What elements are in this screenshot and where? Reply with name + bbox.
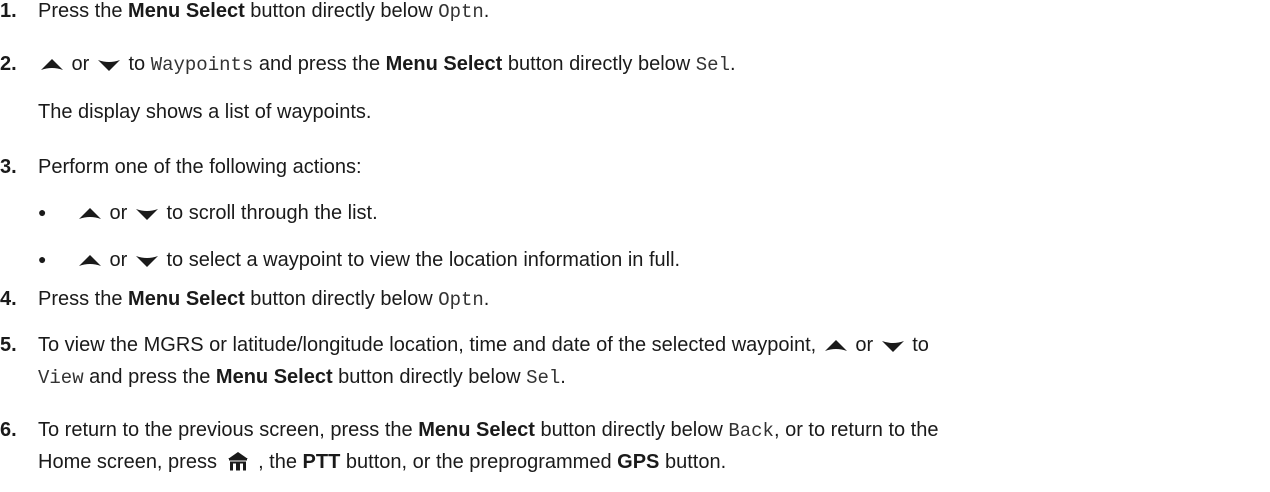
up-arrow-icon (40, 58, 64, 72)
list-item: ● or to scroll through the list. (38, 202, 378, 224)
softkey-label: Sel (695, 54, 730, 76)
step-number: 6. (0, 419, 17, 441)
instruction-document: 1. Press the Menu Select button directly… (0, 0, 1270, 492)
menu-select-label: Menu Select (418, 419, 535, 441)
menu-select-label: Menu Select (128, 288, 245, 310)
step-5-continuation: View and press the Menu Select button di… (38, 366, 566, 389)
step-note: The display shows a list of waypoints. (38, 101, 372, 123)
bullet-icon: ● (38, 251, 47, 267)
step-text: Press the (38, 0, 129, 22)
step-number: 4. (0, 288, 17, 310)
menu-select-label: Menu Select (215, 366, 333, 388)
gps-label: GPS (617, 451, 660, 473)
up-arrow-icon (824, 339, 848, 353)
bullet-icon: ● (38, 204, 47, 220)
step-number: 2. (0, 53, 17, 75)
menu-select-label: Menu Select (128, 0, 245, 22)
menu-select-label: Menu Select (385, 53, 503, 75)
down-arrow-icon (97, 58, 121, 72)
softkey-label: Optn (438, 1, 484, 23)
softkey-label: Optn (438, 289, 484, 311)
home-icon (227, 451, 249, 477)
down-arrow-icon (135, 254, 159, 268)
menu-item-label: Waypoints (150, 54, 254, 76)
step-text: Perform one of the following actions: (38, 156, 362, 178)
softkey-label: Sel (526, 367, 561, 389)
step-6-continuation: Home screen, press , the PTT button, or … (38, 451, 726, 477)
step-text: button directly below (244, 0, 439, 22)
list-item: ● or to select a waypoint to view the lo… (38, 249, 681, 271)
up-arrow-icon (78, 254, 102, 268)
up-arrow-icon (78, 207, 102, 221)
down-arrow-icon (881, 339, 905, 353)
down-arrow-icon (135, 207, 159, 221)
softkey-label: Back (728, 420, 774, 442)
step-number: 1. (0, 0, 17, 22)
menu-item-label: View (38, 367, 84, 389)
step-number: 3. (0, 156, 17, 178)
step-number: 5. (0, 334, 17, 356)
ptt-label: PTT (302, 451, 341, 473)
